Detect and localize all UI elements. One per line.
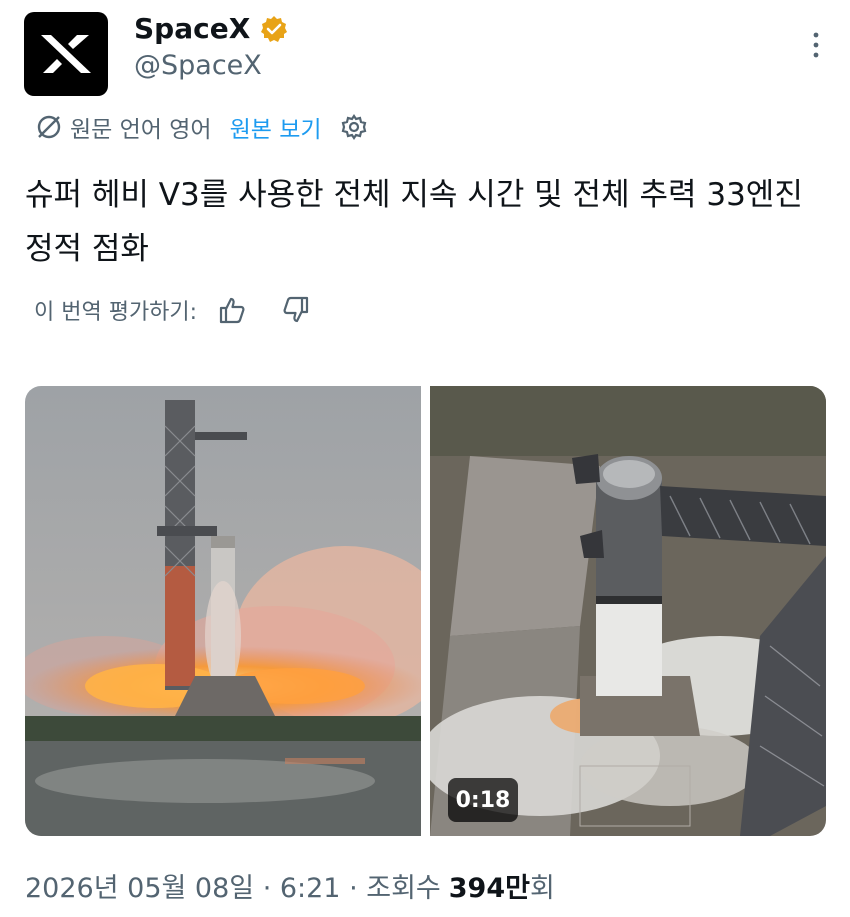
rate-translation-row: 이 번역 평가하기: [34, 294, 311, 326]
source-language-label: 원문 언어 영어 [70, 117, 212, 143]
thumbs-down-icon[interactable] [281, 295, 311, 325]
views-count: 394만 [448, 873, 530, 904]
post-timestamp[interactable]: 2026년 05월 08일 · 6:21 · 조회수 [25, 866, 441, 905]
avatar[interactable] [24, 12, 108, 96]
views-suffix: 회 [529, 873, 555, 904]
rate-translation-label: 이 번역 평가하기: [34, 300, 198, 325]
translate-icon [37, 115, 61, 139]
show-original-link[interactable]: 원본 보기 [230, 110, 322, 144]
author-display-name[interactable]: SpaceX [134, 12, 250, 45]
author-name-row: SpaceX [134, 12, 288, 45]
translation-bar: 원문 언어 영어 원본 보기 [34, 110, 368, 144]
gear-icon[interactable] [340, 113, 368, 141]
post-text: 슈퍼 헤비 V3를 사용한 전체 지속 시간 및 전체 추력 33엔진 정적 점… [25, 177, 803, 267]
author-handle[interactable]: @SpaceX [134, 50, 262, 81]
aerial-video-frame [430, 386, 826, 836]
static-fire-photo [25, 386, 421, 836]
post-meta: 2026년 05월 08일 · 6:21 · 조회수 394만 회 [25, 866, 555, 905]
spacex-logo-icon [41, 35, 91, 73]
verified-badge-icon [261, 15, 288, 42]
photo-static-fire-tower[interactable] [25, 386, 421, 836]
video-aerial-static-fire[interactable] [430, 386, 826, 836]
thumbs-up-icon[interactable] [217, 295, 247, 325]
more-options-icon[interactable] [806, 30, 826, 60]
video-duration-badge: 0:18 [448, 778, 518, 822]
